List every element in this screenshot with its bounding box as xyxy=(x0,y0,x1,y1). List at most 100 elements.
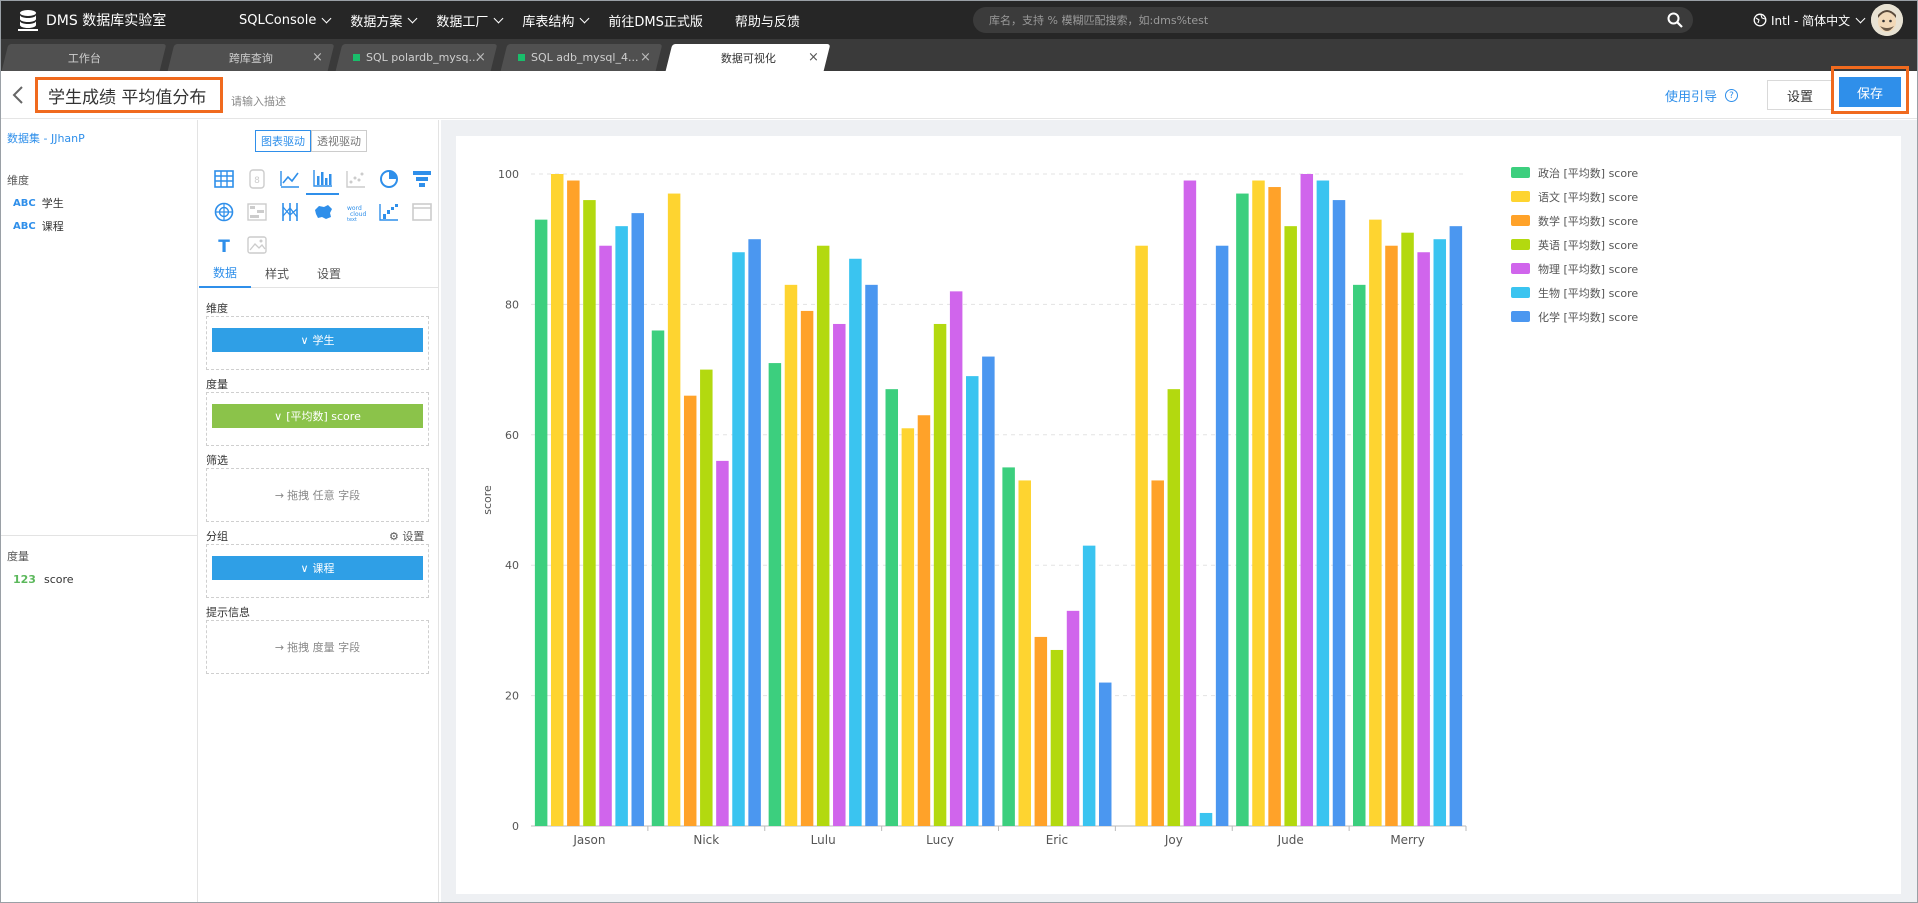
field-dimension-student[interactable]: ABC 学生 xyxy=(13,195,64,211)
tab-data-visualization[interactable]: 数据可视化 × xyxy=(665,44,831,71)
menu-label: 数据方案 xyxy=(350,14,403,30)
legend-label: 数学 [平均数] score xyxy=(1538,214,1638,228)
y-tick-label: 60 xyxy=(505,429,519,442)
wordcloud-icon[interactable]: word cloud text xyxy=(339,195,372,228)
measure-dropzone[interactable]: ∨ [平均数] score xyxy=(206,392,429,446)
menu-go-dms-official[interactable]: 前往DMS正式版 xyxy=(598,1,712,39)
chevron-down-icon xyxy=(407,13,418,23)
top-navbar: DMS 数据库实验室 SQLConsole 数据方案 数据工厂 库表结构 前往D… xyxy=(1,1,1917,39)
x-tick-label: Nick xyxy=(693,833,719,847)
bar xyxy=(1252,180,1265,826)
search-icon[interactable] xyxy=(1667,12,1683,28)
legend-label: 生物 [平均数] score xyxy=(1538,286,1638,300)
bar xyxy=(1002,467,1015,826)
tab-settings[interactable]: 设置 xyxy=(303,258,355,288)
line-chart-icon[interactable] xyxy=(273,162,306,195)
group-pill-course[interactable]: ∨ 课程 xyxy=(212,556,423,580)
bar xyxy=(583,200,596,826)
search-input[interactable] xyxy=(989,13,1649,27)
language-selector[interactable]: Intl - 简体中文 xyxy=(1753,1,1866,39)
measures-section-title: 度量 xyxy=(7,550,29,563)
close-icon[interactable]: × xyxy=(475,50,486,65)
globe-icon xyxy=(1753,13,1767,27)
chevron-down-icon xyxy=(1855,13,1866,23)
filter-dropzone[interactable]: → 拖拽 任意 字段 xyxy=(206,468,429,522)
bar xyxy=(1199,812,1213,826)
close-icon[interactable]: × xyxy=(312,50,323,65)
app-logo[interactable]: DMS 数据库实验室 xyxy=(15,7,225,33)
menu-table-structure[interactable]: 库表结构 xyxy=(512,1,598,39)
tab-style[interactable]: 样式 xyxy=(251,258,303,288)
tooltip-dropzone[interactable]: → 拖拽 度量 字段 xyxy=(206,620,429,674)
settings-button[interactable]: 设置 xyxy=(1767,80,1833,110)
svg-text:T: T xyxy=(218,237,230,256)
parallel-icon[interactable] xyxy=(273,195,306,228)
menu-help-feedback[interactable]: 帮助与反馈 xyxy=(725,1,810,39)
bar xyxy=(865,284,878,827)
measure-pill-score[interactable]: ∨ [平均数] score xyxy=(212,404,423,428)
usage-guide-link[interactable]: 使用引导 ? xyxy=(1665,86,1739,105)
bar xyxy=(1098,682,1112,826)
close-icon[interactable]: × xyxy=(640,50,651,65)
legend-label: 政治 [平均数] score xyxy=(1538,166,1638,180)
menu-sqlconsole[interactable]: SQLConsole xyxy=(229,1,340,39)
indicator-icon[interactable]: 8 xyxy=(240,162,273,195)
tab-workbench[interactable]: 工作台 xyxy=(1,44,167,71)
text-type-icon: ABC xyxy=(13,220,36,232)
scatter-chart-icon[interactable] xyxy=(339,162,372,195)
image-icon[interactable] xyxy=(240,228,273,261)
group-settings-button[interactable]: ⚙ 设置 xyxy=(389,528,424,544)
field-name: 课程 xyxy=(41,220,64,233)
frame-icon[interactable] xyxy=(405,195,438,228)
close-icon[interactable]: × xyxy=(808,50,819,65)
field-name: 学生 xyxy=(41,197,64,210)
user-avatar[interactable] xyxy=(1871,4,1903,36)
field-measure-score[interactable]: 123 score xyxy=(13,573,74,586)
pivot-driven-toggle[interactable]: 透视驱动 xyxy=(311,130,367,152)
pill-label: [平均数] score xyxy=(286,410,361,423)
bar xyxy=(1151,480,1164,826)
app-name: DMS 数据库实验室 xyxy=(46,13,167,29)
heatmap-icon[interactable] xyxy=(240,195,273,228)
report-title-input[interactable]: 学生成绩 平均值分布 xyxy=(35,77,223,113)
field-dimension-course[interactable]: ABC 课程 xyxy=(13,218,64,234)
radar-chart-icon[interactable] xyxy=(207,195,240,228)
waterfall-chart-icon[interactable] xyxy=(372,195,405,228)
database-search xyxy=(973,7,1693,33)
filter-hint: → 拖拽 任意 字段 xyxy=(207,469,428,521)
chart-driven-toggle[interactable]: 图表驱动 xyxy=(255,130,311,152)
back-arrow-icon[interactable] xyxy=(11,85,25,105)
x-tick-label: Lucy xyxy=(926,833,954,847)
bar xyxy=(1183,180,1197,826)
tab-data[interactable]: 数据 xyxy=(199,258,252,288)
funnel-chart-icon[interactable] xyxy=(405,162,438,195)
arrow-right-icon: → xyxy=(274,488,285,502)
dimension-pill-student[interactable]: ∨ 学生 xyxy=(212,328,423,352)
menu-data-solution[interactable]: 数据方案 xyxy=(340,1,426,39)
bar xyxy=(1353,284,1366,827)
tab-sql-polardb[interactable]: SQL polardb_mysq... × xyxy=(335,44,498,71)
chevron-down-icon xyxy=(321,13,332,23)
description-input[interactable]: 请输入描述 xyxy=(231,93,286,109)
bar xyxy=(567,180,580,826)
tab-sql-adb[interactable]: SQL adb_mysql_4... × xyxy=(500,44,663,71)
bar-chart-icon[interactable] xyxy=(306,162,339,195)
group-slot-label: 分组 xyxy=(206,530,228,543)
bar xyxy=(700,369,713,826)
x-tick-label: Jude xyxy=(1277,833,1304,847)
y-tick-label: 100 xyxy=(498,168,519,181)
bar xyxy=(1050,649,1064,826)
dimension-dropzone[interactable]: ∨ 学生 xyxy=(206,316,429,370)
guide-label: 使用引导 xyxy=(1665,90,1718,105)
tab-cross-db-query[interactable]: 跨库查询 × xyxy=(167,44,335,71)
table-icon[interactable] xyxy=(207,162,240,195)
menu-data-factory[interactable]: 数据工厂 xyxy=(426,1,512,39)
group-dropzone[interactable]: ∨ 课程 xyxy=(206,544,429,598)
china-map-icon[interactable] xyxy=(306,195,339,228)
pie-chart-icon[interactable] xyxy=(372,162,405,195)
save-button[interactable]: 保存 xyxy=(1839,77,1901,107)
dataset-selector[interactable]: 数据集 - JJhanP xyxy=(7,130,85,146)
bar xyxy=(1332,200,1346,826)
bar xyxy=(949,291,963,826)
text-icon[interactable]: T xyxy=(207,228,240,261)
